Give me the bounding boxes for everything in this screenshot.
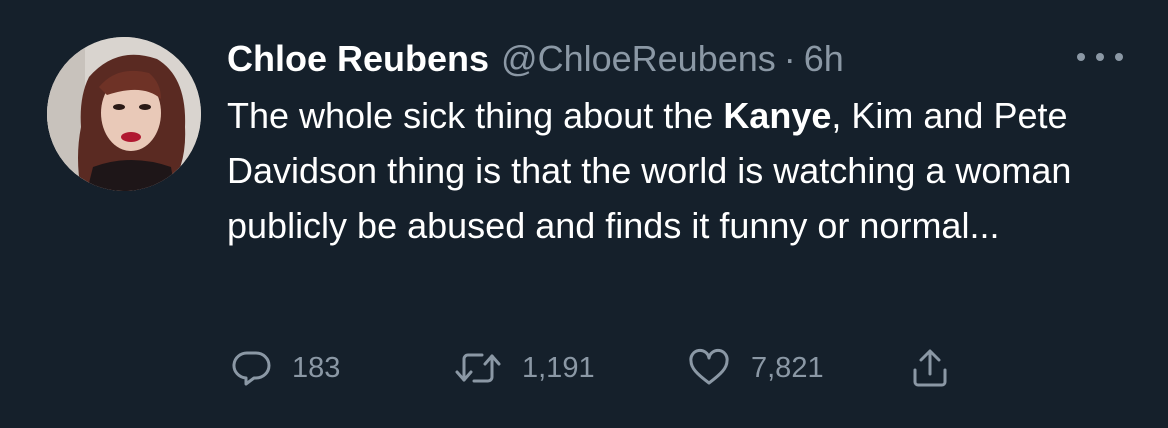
retweet-count: 1,191 [522, 351, 595, 384]
separator-dot: · [783, 38, 796, 79]
tweet-text-part1: The whole sick thing about the [227, 95, 724, 136]
tweet-card: Chloe Reubens @ChloeReubens · 6h The who… [0, 0, 1168, 428]
share-icon [913, 349, 947, 387]
tweet-actions: 183 1,191 7,821 [232, 343, 992, 393]
author-name[interactable]: Chloe Reubens [227, 34, 489, 84]
tweet-timestamp[interactable]: 6h [804, 34, 844, 84]
more-icon [1077, 53, 1123, 61]
like-button[interactable]: 7,821 [687, 343, 824, 393]
avatar[interactable] [47, 37, 201, 191]
reply-count: 183 [292, 351, 341, 384]
author-handle[interactable]: @ChloeReubens [501, 34, 776, 84]
retweet-icon [455, 353, 501, 383]
tweet-header: Chloe Reubens @ChloeReubens · 6h [227, 34, 1127, 84]
tweet-content: Chloe Reubens @ChloeReubens · 6h The who… [227, 34, 1127, 253]
share-button[interactable] [910, 343, 950, 393]
tweet-text: The whole sick thing about the Kanye, Ki… [227, 88, 1107, 253]
reply-icon [232, 351, 271, 386]
retweet-button[interactable]: 1,191 [454, 343, 595, 393]
reply-button[interactable]: 183 [232, 343, 340, 393]
like-count: 7,821 [751, 351, 824, 384]
heart-icon [689, 348, 729, 385]
avatar-image [47, 37, 201, 191]
tweet-text-bold: Kanye [723, 95, 832, 136]
more-options-button[interactable] [1072, 42, 1128, 72]
